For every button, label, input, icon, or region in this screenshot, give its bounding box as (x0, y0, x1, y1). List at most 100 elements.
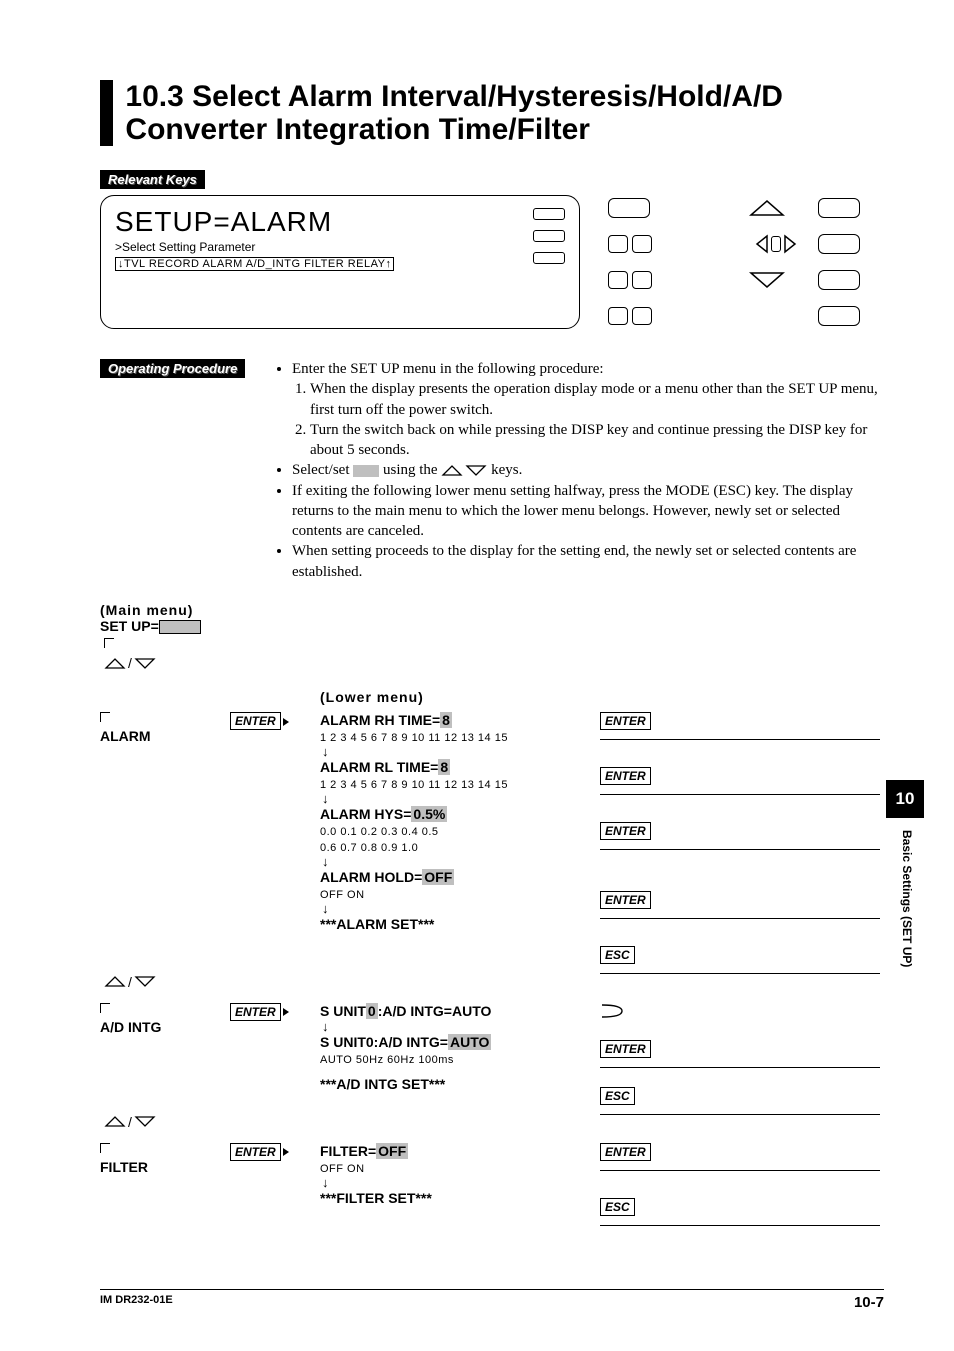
lower-value: 0.5% (411, 806, 447, 822)
right-key-icon (600, 1003, 626, 1019)
lower-item: ALARM RL TIME= (320, 759, 438, 775)
arrow-down-icon (320, 744, 600, 759)
lcd-status-line: ↓TVL RECORD ALARM A/D_INTG FILTER RELAY↑ (115, 257, 394, 271)
flow-connector (100, 1143, 110, 1153)
key-button[interactable] (818, 306, 860, 326)
menu-flow: (Main menu) SET UP= / (Lower menu) ALARM… (100, 602, 884, 1218)
esc-key-box: ESC (600, 946, 635, 964)
down-key[interactable] (748, 269, 786, 291)
keypad (608, 195, 874, 329)
key-button[interactable] (632, 271, 652, 289)
operating-procedure: Operating Procedure Enter the SET UP men… (100, 359, 884, 582)
flow-line (600, 909, 690, 910)
menu-item-filter: FILTER (100, 1159, 148, 1175)
up-down-keys-icon: / (104, 655, 156, 671)
up-key[interactable] (748, 197, 786, 219)
enter-key-box: ENTER (230, 1003, 281, 1021)
arrow-right-icon (281, 1003, 289, 1019)
enter-key-box: ENTER (600, 822, 651, 840)
set-end: ***FILTER SET*** (320, 1190, 432, 1206)
key-button[interactable] (818, 270, 860, 290)
lower-options: OFF ON (320, 889, 365, 901)
key-button[interactable] (632, 235, 652, 253)
key-button[interactable] (818, 198, 860, 218)
panel-row: SETUP=ALARM >Select Setting Parameter ↓T… (100, 195, 884, 329)
lower-item: FILTER= (320, 1143, 376, 1159)
key-button[interactable] (608, 198, 650, 218)
menu-item-adintg: A/D INTG (100, 1019, 161, 1035)
lower-options: AUTO 50Hz 60Hz 100ms (320, 1054, 454, 1066)
lower-options: 1 2 3 4 5 6 7 8 9 10 11 12 13 14 15 (320, 779, 508, 791)
flow-connector (100, 712, 110, 722)
arrow-down-icon (320, 791, 600, 806)
lower-value: OFF (422, 869, 454, 885)
arrow-down-icon (320, 854, 600, 869)
lower-item: ALARM HOLD= (320, 869, 422, 885)
set-end: ***ALARM SET*** (320, 916, 434, 932)
esc-key-box: ESC (600, 1087, 635, 1105)
flow-connector (100, 1003, 110, 1013)
flow-line (600, 730, 690, 731)
lower-item: ALARM RH TIME= (320, 712, 440, 728)
arrow-right-icon (281, 712, 289, 728)
chapter-side-text: Basic Settings (SET UP) (900, 830, 914, 967)
enter-key-box: ENTER (600, 891, 651, 909)
key-button[interactable] (818, 234, 860, 254)
up-down-keys-icon: / (104, 974, 156, 990)
arrow-down-icon (320, 1175, 600, 1190)
flow-line (600, 1058, 690, 1059)
up-down-keys-icon (441, 464, 487, 477)
left-right-keys[interactable] (748, 234, 804, 254)
enter-key-box: ENTER (600, 1143, 651, 1161)
softkey-box (533, 230, 565, 242)
main-menu-label: (Main menu) (100, 602, 884, 618)
set-end: ***A/D INTG SET*** (320, 1076, 445, 1092)
flow-line (600, 785, 690, 786)
lower-options: 0.6 0.7 0.8 0.9 1.0 (320, 842, 418, 854)
operating-procedure-label: Operating Procedure (100, 359, 245, 378)
lower-menu-label: (Lower menu) (320, 689, 884, 705)
key-button[interactable] (608, 271, 628, 289)
section-heading: 10.3 Select Alarm Interval/Hysteresis/Ho… (100, 80, 884, 146)
lower-value: AUTO (448, 1034, 491, 1050)
proc-bullet: keys. (491, 462, 522, 478)
heading-number: 10.3 (125, 80, 183, 113)
lower-value: 8 (440, 712, 452, 728)
lcd-display: SETUP=ALARM >Select Setting Parameter ↓T… (100, 195, 580, 329)
key-button[interactable] (608, 307, 628, 325)
arrow-down-icon (320, 1019, 600, 1034)
page-footer: IM DR232-01E 10-7 (100, 1289, 884, 1311)
relevant-keys-label: Relevant Keys (100, 170, 205, 189)
lower-value: 8 (438, 759, 450, 775)
lower-options: 1 2 3 4 5 6 7 8 9 10 11 12 13 14 15 (320, 732, 508, 744)
arrow-down-icon (320, 901, 600, 916)
lower-value: OFF (376, 1143, 408, 1159)
proc-bullet: When setting proceeds to the display for… (292, 541, 884, 582)
enter-key-box: ENTER (600, 712, 651, 730)
lower-item: :A/D INTG=AUTO (378, 1003, 492, 1019)
chapter-tab: 10 (886, 780, 924, 818)
setup-label: SET UP= (100, 618, 159, 634)
softkey-box (533, 252, 565, 264)
softkey-box (533, 208, 565, 220)
flow-line (600, 1216, 690, 1217)
proc-bullet: Enter the SET UP menu in the following p… (292, 361, 604, 377)
flow-connector (104, 638, 114, 648)
lcd-title: SETUP=ALARM (115, 206, 565, 238)
lower-item: ALARM HYS= (320, 806, 411, 822)
proc-step: Turn the switch back on while pressing t… (310, 420, 884, 461)
key-button[interactable] (632, 307, 652, 325)
heading-title: Select Alarm Interval/Hysteresis/Hold/A/… (125, 80, 783, 146)
key-button[interactable] (608, 235, 628, 253)
proc-bullet: Select/set (292, 462, 353, 478)
lcd-subtitle: >Select Setting Parameter (115, 240, 565, 254)
lower-options: 0.0 0.1 0.2 0.3 0.4 0.5 (320, 826, 439, 838)
lower-value: 0 (366, 1003, 378, 1019)
lower-item: S UNIT0:A/D INTG= (320, 1034, 448, 1050)
lcd-softkey-indicators (533, 208, 565, 264)
lower-options: OFF ON (320, 1163, 365, 1175)
flow-line (600, 1105, 690, 1106)
proc-step: When the display presents the operation … (310, 379, 884, 420)
procedure-text: Enter the SET UP menu in the following p… (276, 359, 884, 582)
heading-bar (100, 80, 113, 146)
